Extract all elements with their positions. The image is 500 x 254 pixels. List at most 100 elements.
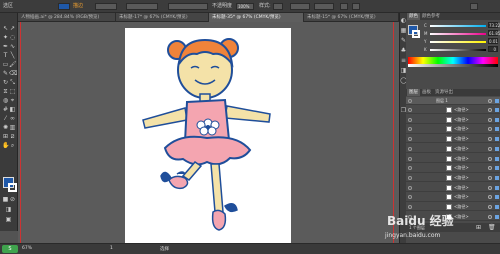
- selection-indicator[interactable]: [495, 146, 499, 151]
- target-icon[interactable]: [488, 146, 492, 151]
- channel-k-slider[interactable]: [430, 49, 486, 51]
- target-icon[interactable]: [488, 108, 492, 112]
- selection-indicator[interactable]: [495, 156, 499, 161]
- tab-color[interactable]: 颜色: [407, 13, 420, 20]
- layer-row[interactable]: <路径>: [406, 174, 500, 183]
- hand-tool-icon[interactable]: ✋: [2, 142, 9, 149]
- shape-builder-icon[interactable]: ◍: [2, 97, 9, 104]
- curvature-tool-icon[interactable]: ∿: [9, 43, 16, 50]
- target-icon[interactable]: [488, 137, 492, 142]
- perspective-icon[interactable]: ⌖: [9, 97, 16, 104]
- visibility-eye-icon[interactable]: [408, 137, 412, 142]
- visibility-eye-icon[interactable]: [408, 108, 412, 112]
- menu-icon[interactable]: [470, 3, 478, 10]
- tab-layers[interactable]: 图层: [407, 89, 420, 96]
- direct-selection-tool-icon[interactable]: ↗: [9, 25, 16, 32]
- layer-row[interactable]: <路径>: [406, 116, 500, 125]
- style-dropdown[interactable]: [273, 3, 283, 10]
- zoom-badge[interactable]: S: [2, 245, 18, 253]
- rectangle-tool-icon[interactable]: ▭: [2, 61, 9, 68]
- tab-document-3[interactable]: 未标题-35* @ 67% (CMYK/预览): [209, 13, 304, 22]
- layer-row[interactable]: <路径>: [406, 125, 500, 134]
- eyedropper-icon[interactable]: ⁄: [2, 115, 9, 122]
- symbol-sprayer-icon[interactable]: ✺: [2, 124, 9, 131]
- target-icon[interactable]: [488, 175, 492, 180]
- slice-tool-icon[interactable]: ⧄: [9, 133, 16, 140]
- selection-indicator[interactable]: [495, 117, 499, 122]
- opacity-field[interactable]: 100%: [236, 3, 254, 10]
- screen-mode-icon[interactable]: ▣: [5, 216, 12, 223]
- selection-indicator[interactable]: [495, 205, 499, 209]
- selection-tool-icon[interactable]: ↖: [2, 25, 9, 32]
- grayscale-ramp[interactable]: [408, 64, 498, 67]
- target-icon[interactable]: [488, 166, 492, 171]
- transform-icon[interactable]: [352, 3, 360, 10]
- channel-y-value[interactable]: 0.01: [488, 38, 498, 44]
- visibility-eye-icon[interactable]: [408, 146, 412, 151]
- visibility-eye-icon[interactable]: [408, 156, 412, 161]
- blend-icon[interactable]: ∞: [9, 115, 16, 122]
- magic-wand-icon[interactable]: ✦: [2, 34, 9, 41]
- channel-m-value[interactable]: 61.85: [488, 30, 500, 36]
- artboard-tool-icon[interactable]: ⊞: [2, 133, 9, 140]
- artboard[interactable]: [125, 28, 291, 243]
- visibility-eye-icon[interactable]: [408, 99, 412, 103]
- visibility-eye-icon[interactable]: [408, 175, 412, 180]
- layer-row[interactable]: <路径>: [406, 135, 500, 144]
- target-icon[interactable]: [488, 205, 492, 209]
- line-tool-icon[interactable]: ╲: [9, 52, 16, 59]
- color-spectrum[interactable]: [408, 57, 498, 64]
- target-icon[interactable]: [488, 127, 492, 132]
- document-setup-button[interactable]: [290, 3, 310, 10]
- variable-width-dropdown[interactable]: [126, 3, 158, 10]
- draw-mode-icon[interactable]: ◨: [5, 206, 12, 213]
- layer-row-top[interactable]: 图层 1: [406, 97, 500, 106]
- align-icon[interactable]: [340, 3, 348, 10]
- stroke-color-swatch[interactable]: [8, 183, 17, 192]
- visibility-eye-icon[interactable]: [408, 166, 412, 171]
- mesh-icon[interactable]: #: [2, 106, 9, 113]
- lasso-icon[interactable]: ◌: [9, 34, 16, 41]
- visibility-eye-icon[interactable]: [408, 195, 412, 200]
- paintbrush-icon[interactable]: 🖌: [9, 61, 17, 68]
- free-transform-icon[interactable]: ⬚: [9, 88, 16, 95]
- width-tool-icon[interactable]: ⧖: [2, 88, 9, 95]
- channel-y-slider[interactable]: [430, 41, 486, 43]
- selection-indicator[interactable]: [495, 108, 499, 112]
- tab-asset-export[interactable]: 资源导出: [433, 89, 455, 96]
- eraser-icon[interactable]: ⌫: [9, 70, 17, 77]
- gradient-icon[interactable]: ◧: [9, 106, 16, 113]
- selection-indicator[interactable]: [495, 175, 499, 180]
- target-icon[interactable]: [488, 195, 492, 200]
- visibility-eye-icon[interactable]: [408, 117, 412, 122]
- target-icon[interactable]: [488, 185, 492, 190]
- selection-indicator[interactable]: [495, 185, 499, 190]
- visibility-eye-icon[interactable]: [408, 205, 412, 209]
- stroke-label[interactable]: 描边: [73, 2, 83, 10]
- scale-icon[interactable]: ⤡: [9, 79, 16, 86]
- type-tool-icon[interactable]: T: [2, 52, 9, 59]
- pencil-icon[interactable]: ✎: [2, 70, 9, 77]
- graph-tool-icon[interactable]: ▥: [9, 124, 16, 131]
- layer-row[interactable]: <路径>: [406, 106, 500, 115]
- selection-indicator[interactable]: [495, 195, 499, 200]
- layer-row[interactable]: <路径>: [406, 145, 500, 154]
- tab-document-2[interactable]: 未标题-17* @ 67% (CMYK/预览): [116, 13, 209, 22]
- channel-m-slider[interactable]: [430, 33, 486, 35]
- preferences-button[interactable]: [314, 3, 334, 10]
- tab-artboards[interactable]: 画板: [420, 89, 433, 96]
- target-icon[interactable]: [488, 117, 492, 122]
- target-icon[interactable]: [488, 99, 492, 103]
- brush-definition-dropdown[interactable]: [168, 3, 208, 10]
- rotate-icon[interactable]: ↻: [2, 79, 9, 86]
- stroke-weight-field[interactable]: [95, 3, 117, 10]
- channel-c-value[interactable]: 73.22: [488, 22, 500, 28]
- tab-color-guide[interactable]: 颜色参考: [420, 13, 442, 20]
- target-icon[interactable]: [488, 156, 492, 161]
- color-mode-icon[interactable]: ■: [2, 196, 9, 203]
- tab-document-4[interactable]: 未标题-15* @ 67% (CMYK/预览): [304, 13, 399, 22]
- layer-row[interactable]: <路径>: [406, 164, 500, 173]
- selection-indicator[interactable]: [495, 137, 499, 142]
- visibility-eye-icon[interactable]: [408, 127, 412, 132]
- none-mode-icon[interactable]: ⊘: [9, 196, 16, 203]
